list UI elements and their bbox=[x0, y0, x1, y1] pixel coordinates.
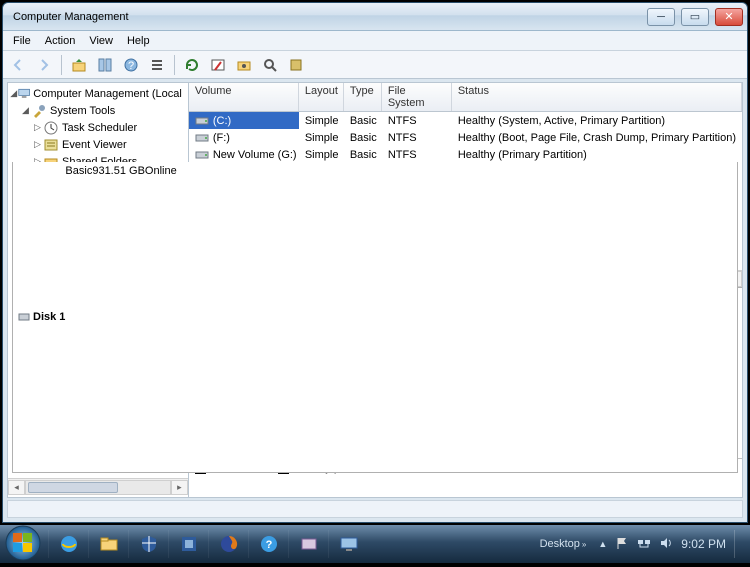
computer-management-window: Computer Management ─ ▭ ✕ File Action Vi… bbox=[2, 2, 748, 523]
action-wizard-button[interactable] bbox=[207, 54, 229, 76]
menu-help[interactable]: Help bbox=[127, 33, 150, 48]
taskbar-mmc[interactable] bbox=[328, 530, 368, 558]
tree-root[interactable]: ◢ Computer Management (Local bbox=[8, 85, 188, 102]
window-title: Computer Management bbox=[13, 11, 129, 23]
menu-file[interactable]: File bbox=[13, 33, 31, 48]
volume-list-header[interactable]: Volume Layout Type File System Status bbox=[189, 83, 742, 112]
volume-row[interactable]: New Volume (G:)SimpleBasicNTFSHealthy (P… bbox=[189, 146, 742, 163]
computer-icon bbox=[18, 86, 30, 102]
clock-icon bbox=[43, 120, 59, 136]
col-filesystem[interactable]: File System bbox=[382, 83, 452, 111]
system-tray[interactable]: Desktop » ▲ 9:02 PM bbox=[532, 530, 750, 558]
statusbar bbox=[7, 500, 743, 518]
taskbar-shield[interactable] bbox=[128, 530, 168, 558]
maximize-button[interactable]: ▭ bbox=[681, 8, 709, 26]
tree-label: Task Scheduler bbox=[62, 122, 137, 134]
close-button[interactable]: ✕ bbox=[715, 8, 743, 26]
forward-button[interactable] bbox=[33, 54, 55, 76]
menu-action[interactable]: Action bbox=[45, 33, 76, 48]
desktop-toolbar[interactable]: Desktop » bbox=[540, 538, 587, 550]
start-button[interactable] bbox=[2, 522, 44, 564]
menubar: File Action View Help bbox=[3, 31, 747, 51]
properties-button[interactable] bbox=[94, 54, 116, 76]
refresh-button[interactable] bbox=[181, 54, 203, 76]
tree-scrollbar-horizontal[interactable]: ◂▸ bbox=[8, 478, 188, 495]
tray-network-icon[interactable] bbox=[637, 536, 651, 553]
back-button[interactable] bbox=[7, 54, 29, 76]
col-type[interactable]: Type bbox=[344, 83, 382, 111]
show-desktop-button[interactable] bbox=[734, 530, 742, 558]
tree-system-tools[interactable]: ◢ System Tools bbox=[8, 102, 188, 119]
taskbar-firefox[interactable] bbox=[208, 530, 248, 558]
tray-chevron-icon[interactable]: ▲ bbox=[598, 539, 607, 549]
tools-icon bbox=[31, 103, 47, 119]
find-button[interactable] bbox=[259, 54, 281, 76]
col-volume[interactable]: Volume bbox=[189, 83, 299, 111]
tray-volume-icon[interactable] bbox=[659, 536, 673, 553]
titlebar[interactable]: Computer Management ─ ▭ ✕ bbox=[3, 3, 747, 31]
tray-clock[interactable]: 9:02 PM bbox=[681, 537, 726, 551]
taskbar[interactable]: ? Desktop » ▲ 9:02 PM bbox=[0, 525, 750, 563]
taskbar-ie[interactable] bbox=[48, 530, 88, 558]
up-button[interactable] bbox=[68, 54, 90, 76]
more-button[interactable] bbox=[285, 54, 307, 76]
tree-label: Event Viewer bbox=[62, 139, 127, 151]
tree-task-scheduler[interactable]: ▷ Task Scheduler bbox=[8, 119, 188, 136]
minimize-button[interactable]: ─ bbox=[647, 8, 675, 26]
col-status[interactable]: Status bbox=[452, 83, 742, 111]
toolbar: ? bbox=[3, 51, 747, 79]
tree-event-viewer[interactable]: ▷ Event Viewer bbox=[8, 136, 188, 153]
volume-row[interactable]: (C:)SimpleBasicNTFSHealthy (System, Acti… bbox=[189, 112, 742, 129]
settings-button[interactable] bbox=[233, 54, 255, 76]
drive-icon bbox=[195, 114, 209, 128]
drive-icon bbox=[195, 148, 209, 162]
disk-map-panel: Disk 0Basic74.50 GBOnline(C:)74.50 GB NT… bbox=[189, 288, 742, 497]
col-layout[interactable]: Layout bbox=[299, 83, 344, 111]
taskbar-app2[interactable] bbox=[288, 530, 328, 558]
menu-view[interactable]: View bbox=[89, 33, 113, 48]
disk: Disk 1Basic931.51 GBOnline(F:)117.18 GB … bbox=[193, 376, 738, 452]
svg-text:?: ? bbox=[265, 539, 272, 551]
volume-row[interactable]: (F:)SimpleBasicNTFSHealthy (Boot, Page F… bbox=[189, 129, 742, 146]
tree-root-label: Computer Management (Local bbox=[33, 88, 182, 100]
taskbar-help[interactable]: ? bbox=[248, 530, 288, 558]
desktop-toolbar-label: Desktop bbox=[540, 538, 580, 550]
event-icon bbox=[43, 137, 59, 153]
list-button[interactable] bbox=[146, 54, 168, 76]
tree-label: System Tools bbox=[50, 105, 115, 117]
taskbar-explorer[interactable] bbox=[88, 530, 128, 558]
tray-flag-icon[interactable] bbox=[615, 536, 629, 553]
svg-text:?: ? bbox=[128, 60, 134, 72]
help-toolbar-button[interactable]: ? bbox=[120, 54, 142, 76]
taskbar-app1[interactable] bbox=[168, 530, 208, 558]
drive-icon bbox=[195, 131, 209, 145]
